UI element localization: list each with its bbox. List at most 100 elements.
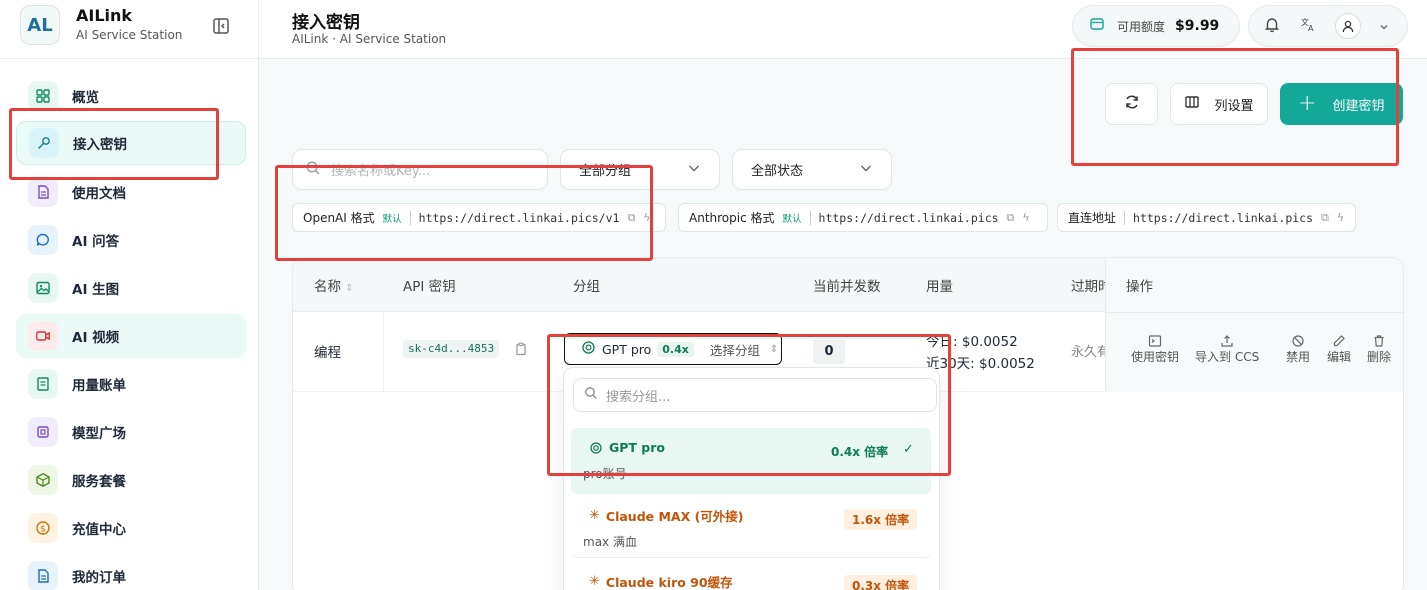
col-group-header: 分组 [573,279,600,295]
document-icon [28,177,58,207]
page-title: 接入密钥 [292,13,360,33]
bell-icon[interactable] [1263,15,1281,37]
sidebar-item-ai-image[interactable]: AI 生图 [16,266,246,310]
highlight-box-filters [275,165,653,261]
sort-icon[interactable]: ⇕ [345,283,353,294]
brand-logo[interactable]: AL [20,5,60,45]
col-expire-header: 过期时 [1071,279,1105,295]
copy-icon[interactable]: ⧉ [1007,211,1015,225]
chevron-down-icon [859,161,873,179]
test-icon[interactable]: ϟ [1022,211,1029,224]
endpoint-label: Anthropic 格式 [689,211,775,225]
edit-button[interactable]: 编辑 [1327,334,1351,365]
status-filter-value: 全部状态 [751,164,804,179]
group-option-desc: max 满血 [583,535,637,549]
sidebar-divider [0,58,259,59]
api-key-value[interactable]: sk-c4d...4853 [403,340,500,358]
package-icon [28,465,58,495]
copy-icon[interactable]: ⧉ [1321,211,1329,225]
use-key-label: 使用密钥 [1131,350,1180,364]
translate-icon[interactable]: 文A [1299,15,1317,37]
sidebar-item-recharge[interactable]: $ 充值中心 [16,506,246,550]
brand-subtitle: AI Service Station [76,28,183,42]
usage-30d-value: $0.0052 [979,356,1035,372]
edit-icon [1333,335,1345,347]
endpoint-direct[interactable]: 直连地址 https://direct.linkai.pics ⧉ ϟ [1057,203,1356,232]
page-subtitle: AILink · AI Service Station [292,32,447,46]
col-key-header: API 密钥 [403,279,456,295]
chevron-down-icon[interactable] [1379,17,1389,36]
sidebar-item-orders[interactable]: 我的订单 [16,554,246,590]
divider [1124,210,1126,225]
actions-column: 操作 使用密钥 导入到 CCS 禁用 编辑 删除 [1105,258,1403,392]
divider [1106,312,1403,313]
brand-logo-text: AL [27,14,53,36]
group-option-mult: 0.3x 倍率 [844,575,918,590]
sidebar-item-label: 概览 [72,90,99,106]
test-icon[interactable]: ϟ [1337,211,1344,224]
use-key-button[interactable]: 使用密钥 [1131,334,1179,365]
recharge-icon: $ [28,513,58,543]
ban-icon [1292,335,1304,347]
disable-button[interactable]: 禁用 [1286,334,1310,365]
delete-button[interactable]: 删除 [1367,334,1391,365]
sidebar-collapse-icon[interactable] [211,16,231,36]
highlight-box-group [547,334,951,476]
delete-label: 删除 [1367,350,1392,364]
col-name-header[interactable]: 名称 ⇕ [314,275,354,295]
sidebar-item-label: 我的订单 [72,570,126,586]
endpoint-default-tag: 默认 [782,213,802,225]
sidebar-item-label: 充值中心 [72,522,126,538]
highlight-box-sidebar [9,108,219,180]
claude-icon: ✳ [589,508,600,523]
orders-icon [28,561,58,590]
group-option-mult: 1.6x 倍率 [844,509,918,530]
credit-value: $9.99 [1175,18,1220,34]
import-ccs-button[interactable]: 导入到 CCS [1195,334,1259,365]
credit-label: 可用额度 [1117,19,1166,34]
edit-label: 编辑 [1327,350,1352,364]
key-name: 编程 [314,345,341,361]
sidebar-item-ai-chat[interactable]: AI 问答 [16,218,246,262]
highlight-box-toolbar [1071,48,1399,166]
claude-icon: ✳ [589,574,600,589]
sidebar-item-ai-video[interactable]: AI 视频 [16,314,246,358]
status-filter-select[interactable]: 全部状态 [732,149,892,190]
avatar[interactable] [1335,13,1361,39]
sidebar-item-label: 使用文档 [72,186,126,202]
col-name-label: 名称 [314,279,341,295]
image-icon [28,273,58,303]
header-tools: 文A [1248,5,1408,47]
credit-balance[interactable]: 可用额度 $9.99 [1072,5,1240,47]
svg-text:A: A [1308,24,1314,33]
group-option-name-wrap: ✳ Claude kiro 90缓存 [589,572,733,590]
import-ccs-label: 导入到 CCS [1195,350,1260,364]
bill-icon [28,369,58,399]
video-icon [28,321,58,351]
svg-text:$: $ [40,524,46,534]
col-concurrency-header: 当前并发数 [813,279,881,295]
sidebar-item-label: 模型广场 [72,426,126,442]
endpoint-anthropic[interactable]: Anthropic 格式 默认 https://direct.linkai.pi… [678,203,1048,232]
chevron-down-icon [687,161,701,179]
endpoint-url: https://direct.linkai.pics [1133,210,1314,225]
upload-icon [1221,335,1233,347]
clipboard-icon[interactable] [514,341,528,360]
chat-icon [28,225,58,255]
sidebar-item-label: AI 视频 [72,330,120,346]
sidebar-item-billing[interactable]: 用量账单 [16,362,246,406]
col-usage-header: 用量 [926,279,953,295]
sidebar-item-label: AI 问答 [72,234,120,250]
terminal-icon [1148,335,1162,347]
wallet-icon [1089,16,1105,36]
endpoint-label: 直连地址 [1068,211,1117,225]
group-option-claude-max[interactable]: ✳ Claude MAX (可外接) max 满血 1.6x 倍率 [571,502,931,558]
col-actions-header: 操作 [1126,279,1153,295]
sidebar-item-models[interactable]: 模型广场 [16,410,246,454]
sidebar-item-label: AI 生图 [72,282,120,298]
brand-name: AILink [76,6,133,25]
group-option-claude-kiro[interactable]: ✳ Claude kiro 90缓存 0.3x 倍率 [571,568,931,590]
sidebar-item-packages[interactable]: 服务套餐 [16,458,246,502]
disable-label: 禁用 [1286,350,1311,364]
model-icon [28,417,58,447]
